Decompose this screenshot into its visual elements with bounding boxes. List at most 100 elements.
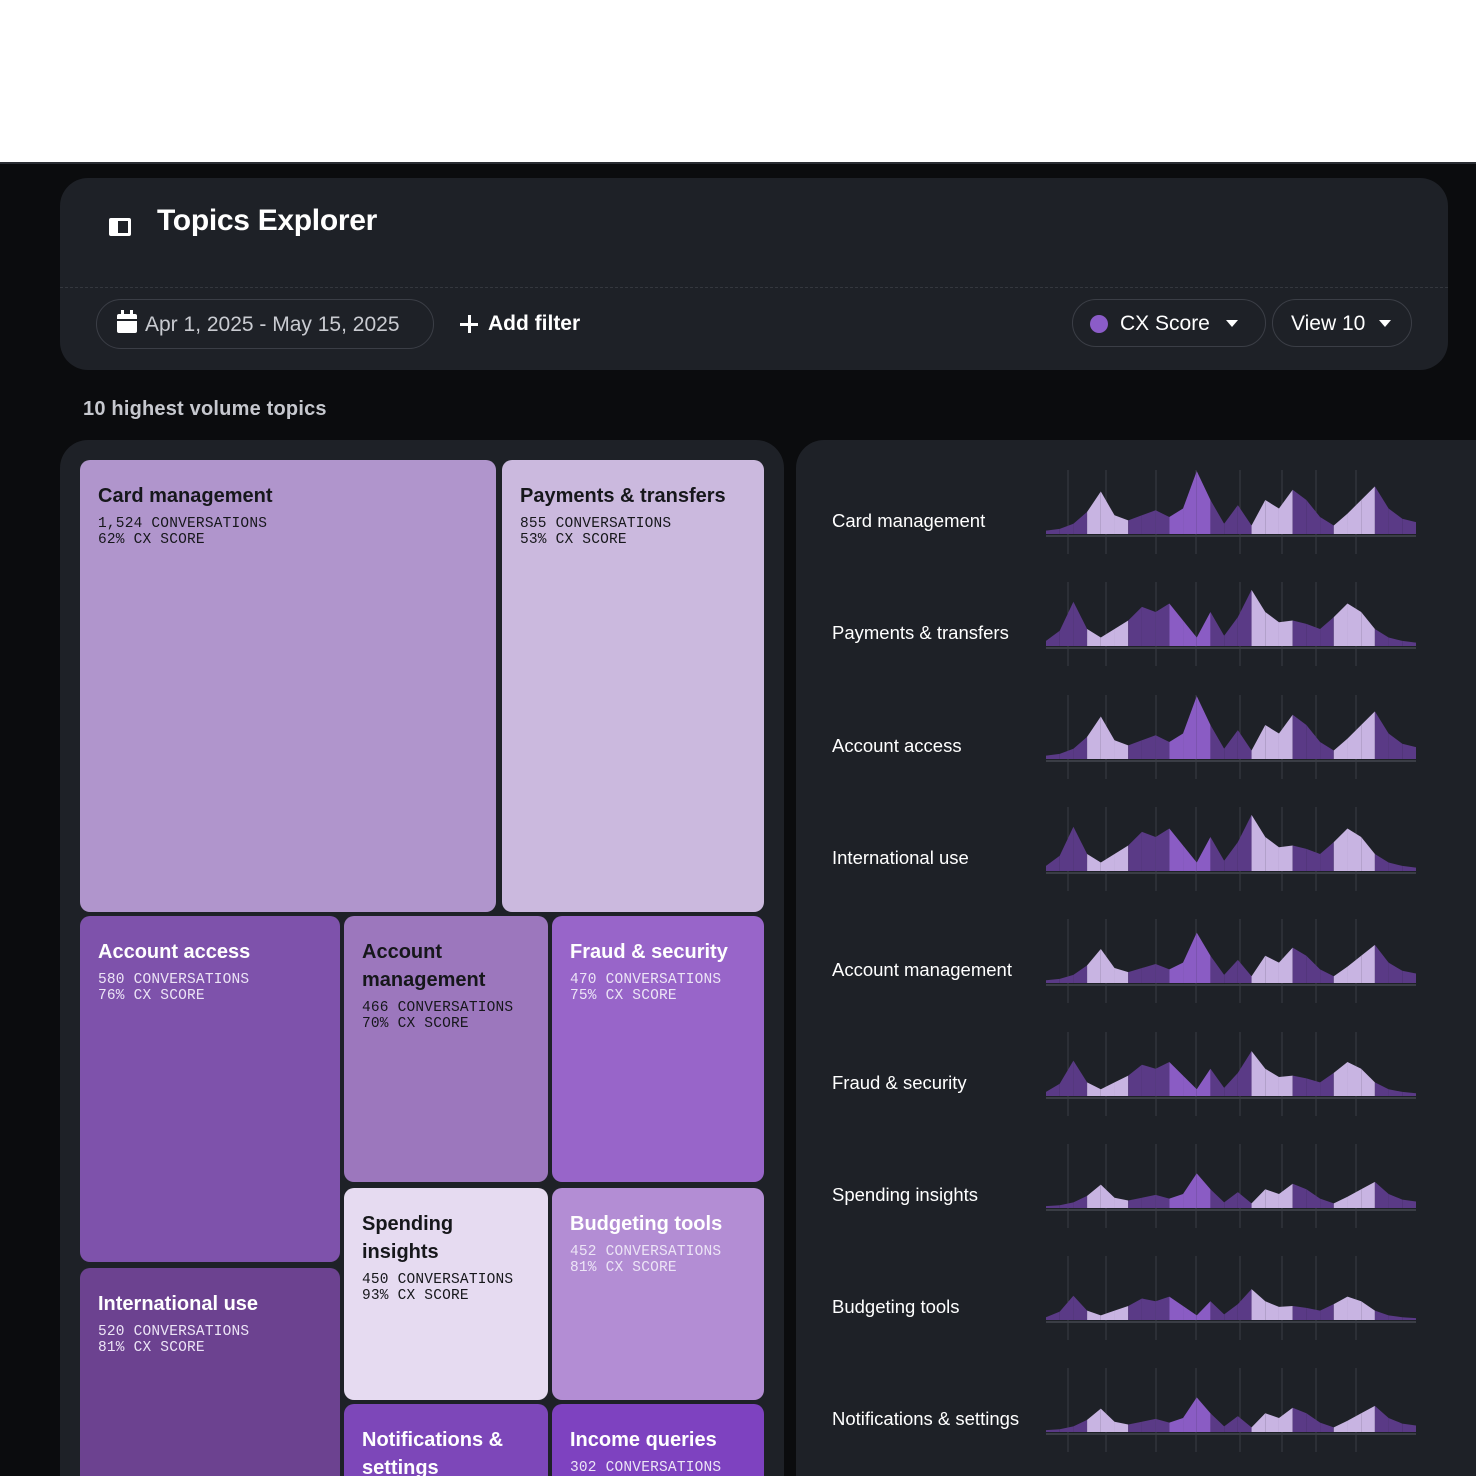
trend-row[interactable]: Budgeting tools [796, 1248, 1476, 1360]
trend-sparkline [1046, 919, 1416, 1004]
trend-row[interactable]: International use [796, 799, 1476, 911]
sparkline-segment [1361, 710, 1375, 759]
tile-title: Account access [98, 941, 251, 963]
sparkline-segment [1073, 826, 1088, 871]
treemap-tile-notifications-settings[interactable]: Notifications & settings [344, 1404, 548, 1476]
sparkline-segment [1210, 500, 1225, 534]
treemap-tile-budgeting-tools[interactable]: Budgeting tools 452 CONVERSATIONS 81% CX… [552, 1188, 764, 1400]
treemap-tile-fraud-security[interactable]: Fraud & security 470 CONVERSATIONS 75% C… [552, 916, 764, 1182]
sparkline-segment [1265, 500, 1279, 534]
sparkline-segment [1388, 508, 1403, 534]
sparkline-segment [1374, 1081, 1389, 1096]
sparkline-segment [1251, 724, 1266, 759]
sparkline-segment [1100, 491, 1115, 534]
trend-topic-label: International use [832, 846, 969, 868]
sparkline-segment [1046, 1311, 1060, 1321]
sparkline-segment [1306, 624, 1321, 647]
sparkline-segment [1374, 853, 1389, 871]
sparkline-segment [1114, 1197, 1129, 1208]
sparkline-segment [1388, 733, 1403, 759]
sparkline-segment [1306, 955, 1321, 984]
sparkline-segment [1333, 738, 1348, 759]
sparkline-segment [1251, 1189, 1266, 1208]
sparkline-segment [1361, 836, 1375, 871]
trend-row[interactable]: Account access [796, 687, 1476, 799]
plus-icon [460, 315, 478, 333]
sparkline-segment [1128, 739, 1142, 759]
tile-cx-score: 81% CX SCORE [98, 1340, 205, 1356]
sparkline-segment [1073, 965, 1088, 984]
trend-sparkline [1046, 806, 1416, 891]
tile-cx-score: 62% CX SCORE [98, 532, 205, 548]
sparkline-segment [1141, 1194, 1156, 1208]
sparkline-segment [1210, 1301, 1225, 1321]
sparkline-segment [1374, 945, 1389, 984]
add-filter-button[interactable]: Add filter [460, 299, 580, 349]
sparkline-segment [1046, 528, 1060, 534]
sparkline-segment [1333, 1196, 1348, 1208]
sparkline-segment [1361, 1181, 1375, 1208]
sparkline-segment [1278, 1408, 1293, 1433]
treemap-tile-spending-insights[interactable]: Spending insights 450 CONVERSATIONS 93% … [344, 1188, 548, 1400]
sparkline-segment [1388, 862, 1403, 871]
sparkline-segment [1210, 1189, 1225, 1208]
metric-color-dot [1090, 315, 1108, 333]
sparkline-segment [1114, 1075, 1129, 1096]
sparkline-segment [1374, 1181, 1389, 1208]
calendar-icon [117, 310, 137, 333]
panel-left-icon[interactable] [109, 218, 131, 236]
sparkline-segment [1292, 1306, 1307, 1321]
sparkline-segment [1388, 1418, 1403, 1433]
trend-topic-label: Notifications & settings [832, 1408, 1020, 1430]
sparkline-segment [1237, 1191, 1252, 1208]
view-count-dropdown[interactable]: View 10 [1272, 299, 1412, 347]
sparkline-segment [1265, 1413, 1279, 1433]
sparkline-segment [1128, 515, 1142, 534]
sparkline-segment [1128, 968, 1142, 984]
sparkline-segment [1073, 1420, 1088, 1433]
treemap-tile-account-management[interactable]: Account management 466 CONVERSATIONS 70%… [344, 916, 548, 1182]
sparkline-segment [1155, 1419, 1170, 1433]
metric-dropdown[interactable]: CX Score [1072, 299, 1266, 347]
sparkline-segment [1320, 517, 1334, 534]
sparkline-segment [1402, 970, 1416, 984]
treemap-tile-payments-transfers[interactable]: Payments & transfers 855 CONVERSATIONS 5… [502, 460, 764, 912]
trend-row[interactable]: Spending insights [796, 1136, 1476, 1248]
sparkline-segment [1141, 1419, 1156, 1433]
sparkline-segment [1265, 1301, 1279, 1321]
sparkline-segment [1155, 964, 1170, 984]
sparkline-segment [1059, 1426, 1074, 1433]
trend-row[interactable]: Fraud & security [796, 1024, 1476, 1136]
sparkline-segment [1292, 845, 1307, 871]
treemap-tile-international-use[interactable]: International use 520 CONVERSATIONS 81% … [80, 1268, 340, 1476]
sparkline-segment [1251, 1413, 1266, 1433]
topics-explorer-header: Topics Explorer Apr 1, 2025 - May 15, 20… [60, 178, 1448, 370]
treemap-tile-account-access[interactable]: Account access 580 CONVERSATIONS 76% CX … [80, 916, 340, 1262]
sparkline-segment [1320, 1072, 1334, 1096]
tile-conversations: 466 CONVERSATIONS [362, 1000, 514, 1016]
topic-trends-panel: Card management Payments & transfers Accou… [796, 440, 1476, 1476]
sparkline-segment [1333, 603, 1348, 647]
sparkline-segment [1073, 1060, 1088, 1096]
sparkline-segment [1100, 629, 1115, 647]
tile-cx-score: 75% CX SCORE [570, 988, 677, 1004]
trend-row[interactable]: Payments & transfers [796, 574, 1476, 686]
sparkline-segment [1388, 1193, 1403, 1208]
sparkline-segment [1155, 603, 1170, 647]
trend-row[interactable]: Notifications & settings [796, 1360, 1476, 1472]
sparkline-segment [1374, 629, 1389, 647]
sparkline-segment [1292, 1183, 1307, 1208]
tile-conversations: 470 CONVERSATIONS [570, 972, 722, 988]
sparkline-segment [1114, 515, 1129, 534]
sparkline-segment [1361, 1406, 1375, 1433]
sparkline-segment [1196, 471, 1211, 534]
sparkline-segment [1224, 841, 1238, 871]
sparkline-segment [1333, 513, 1348, 534]
treemap-tile-income-queries[interactable]: Income queries 302 CONVERSATIONS [552, 1404, 764, 1476]
date-range-picker[interactable]: Apr 1, 2025 - May 15, 2025 [96, 299, 434, 349]
trend-row[interactable]: Card management [796, 462, 1476, 574]
treemap-tile-card-management[interactable]: Card management 1,524 CONVERSATIONS 62% … [80, 460, 496, 912]
sparkline-segment [1402, 865, 1416, 871]
sparkline-segment [1183, 1173, 1197, 1208]
trend-row[interactable]: Account management [796, 911, 1476, 1023]
